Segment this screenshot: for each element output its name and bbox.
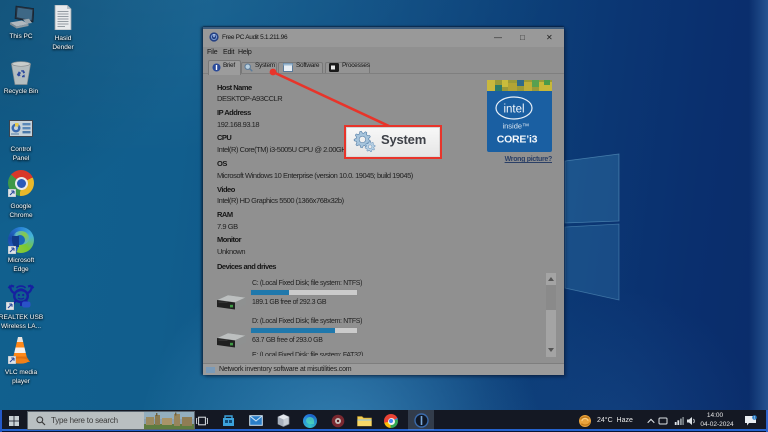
svg-text:1: 1 xyxy=(754,416,756,420)
